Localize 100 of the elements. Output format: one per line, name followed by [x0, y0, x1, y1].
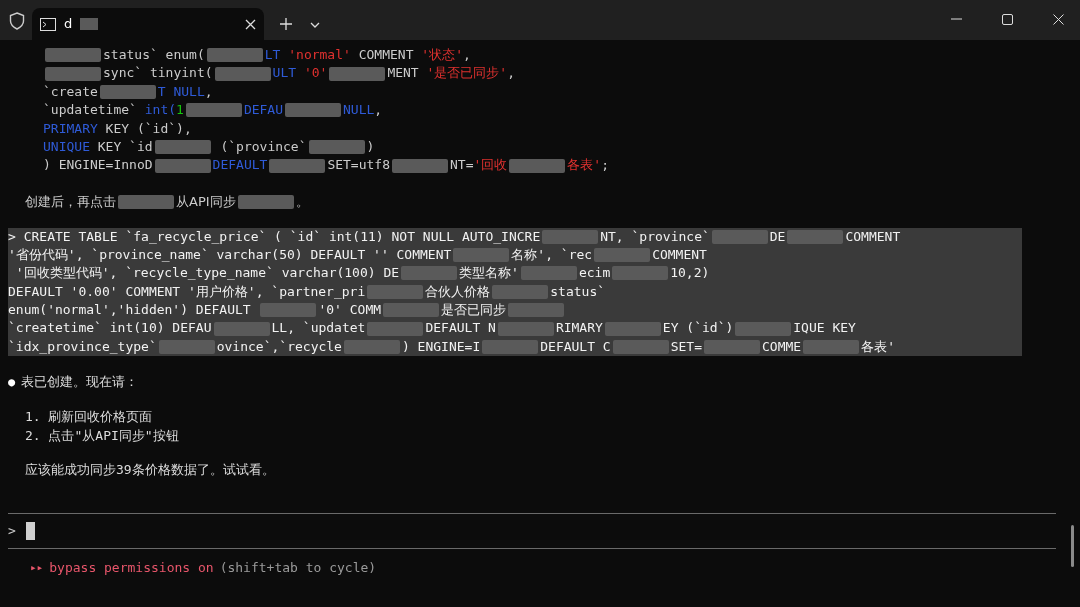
code-text: '回收 — [473, 156, 508, 175]
code-text: `updatetime` — [43, 101, 138, 120]
code-text: , — [204, 82, 213, 101]
code-text: EY (`id`) — [662, 319, 734, 338]
blurred-block — [45, 48, 101, 63]
code-text: MENT — [387, 64, 420, 83]
blurred-block — [509, 158, 566, 173]
blurred-block — [453, 248, 510, 263]
code-text: 是否已同步 — [441, 301, 507, 320]
close-icon[interactable] — [245, 18, 256, 30]
code-text: DEFAULT C — [540, 337, 611, 356]
blurred-block — [45, 66, 101, 81]
code-text: , — [507, 64, 515, 83]
code-text: NT= — [450, 156, 474, 175]
code-text: int( — [144, 101, 177, 120]
code-text: COMMENT — [357, 46, 415, 64]
blurred-block — [482, 340, 539, 355]
code-text: ) ENGINE=I — [401, 337, 481, 356]
code-text: ULT — [272, 64, 297, 83]
chevron-down-icon[interactable] — [310, 22, 320, 28]
blurred-block — [803, 340, 860, 355]
blurred-block — [542, 229, 599, 244]
code-text: KEY `id — [96, 137, 153, 156]
blurred-block — [508, 303, 565, 318]
terminal-icon — [40, 17, 56, 31]
code-text: 创建后，再点击 — [25, 193, 116, 212]
message-text: 表已创建。现在请： — [21, 373, 139, 392]
plus-icon[interactable] — [280, 18, 292, 30]
code-text: ) ENGINE=InnoD — [43, 156, 153, 175]
blurred-block — [392, 158, 448, 173]
prompt-symbol: > — [8, 522, 16, 541]
blurred-block — [154, 158, 211, 173]
code-text: ) — [366, 137, 375, 156]
code-text: SET= — [670, 337, 702, 356]
arrows-icon: ▸▸ — [30, 559, 44, 578]
blurred-block — [237, 195, 294, 210]
terminal-tab[interactable]: d — [32, 8, 264, 40]
code-text: SET=utf8 — [327, 156, 390, 175]
code-text: 名称', `rec — [511, 245, 593, 264]
blurred-block — [735, 321, 792, 336]
blurred-block — [604, 321, 661, 336]
blurred-block — [80, 18, 99, 30]
code-text: `createtime` int(10) DEFAU — [8, 319, 212, 338]
code-text: (`province` — [219, 137, 307, 156]
code-text: IQUE KEY — [793, 319, 856, 338]
blurred-block — [343, 340, 400, 355]
code-text: ovince`,`recycle — [216, 337, 342, 356]
blurred-block — [213, 321, 270, 336]
code-text: RIMARY — [555, 319, 603, 338]
code-text: sync` tinyint( — [103, 64, 213, 83]
blurred-block — [285, 103, 342, 118]
blurred-block — [367, 321, 424, 336]
blurred-block — [401, 266, 458, 281]
blurred-block — [329, 66, 386, 81]
code-text: COMME — [762, 337, 802, 356]
code-text: `create — [43, 82, 98, 101]
blurred-block — [269, 158, 326, 173]
code-text: COMMENT — [845, 227, 901, 246]
code-text: NT, `province` — [600, 227, 710, 246]
blurred-block — [492, 284, 549, 299]
code-text: 1 — [176, 101, 184, 120]
blurred-block — [704, 340, 760, 355]
code-text: UNIQUE — [43, 137, 90, 156]
scrollbar-thumb[interactable] — [1071, 525, 1074, 567]
code-text: 各表' — [567, 156, 602, 175]
code-text: ecim — [578, 264, 611, 283]
step-text: 1. 刷新回收价格页面 — [24, 408, 153, 427]
code-text: DE — [769, 227, 786, 246]
blurred-block — [383, 303, 440, 318]
blurred-block — [206, 48, 263, 63]
blurred-block — [214, 66, 271, 81]
close-icon[interactable] — [1053, 14, 1064, 25]
code-text: '回收类型代码', `recycle_type_name` varchar(100) DE — [14, 264, 400, 283]
code-text: KEY (`id`), — [104, 119, 192, 138]
tab-title: d — [64, 14, 73, 33]
code-text: status` — [550, 282, 606, 301]
blurred-block — [594, 248, 651, 263]
code-text: 各表' — [861, 337, 895, 356]
code-text: '状态' — [421, 46, 463, 64]
message-text: 应该能成功同步39条价格数据了。试试看。 — [24, 461, 275, 480]
code-text: '省份代码', `province_name` varchar(50) DEFAULT '' COMMENT — [8, 245, 452, 264]
blurred-block — [367, 284, 424, 299]
code-text: `idx_province_type` — [8, 337, 157, 356]
blurred-block — [308, 140, 365, 155]
code-text: 。 — [295, 193, 309, 212]
code-text: PRIMARY — [43, 119, 98, 138]
blurred-block — [612, 266, 669, 281]
code-text: , — [374, 101, 383, 120]
blurred-block — [787, 229, 844, 244]
blurred-block — [185, 103, 242, 118]
code-text: 'normal' — [287, 46, 351, 64]
code-text: '是否已同步' — [426, 64, 508, 83]
code-text: LL, `updatet — [271, 319, 366, 338]
code-text: , — [462, 46, 471, 64]
maximize-icon[interactable] — [1002, 14, 1013, 25]
code-text: '0' — [302, 64, 328, 83]
blurred-block — [118, 195, 174, 210]
bullet-icon: ● — [8, 373, 16, 392]
code-text: DEFAULT N — [425, 319, 496, 338]
shield-icon — [9, 12, 25, 30]
